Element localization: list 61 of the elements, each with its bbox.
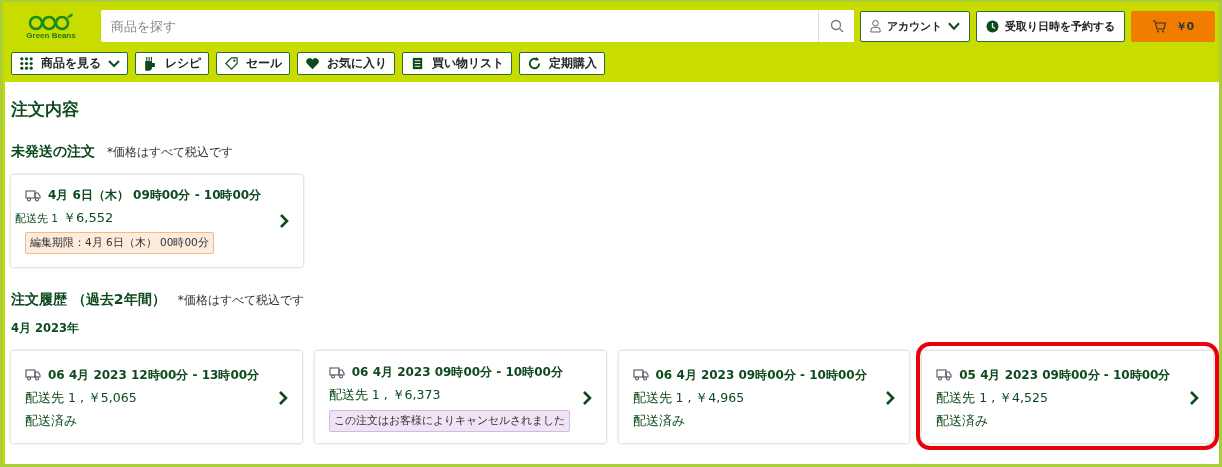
order-title: 06 4月 2023 09時00分 - 10時00分 xyxy=(655,366,867,384)
order-status: 配送済み xyxy=(25,412,78,430)
order-summary: 配送先 1 , ￥4,525 xyxy=(936,389,1049,407)
chevron-right-icon[interactable] xyxy=(279,213,289,228)
nav-icon xyxy=(19,56,34,71)
nav-button[interactable]: 買い物リスト xyxy=(402,52,512,75)
month-heading: 4月 2023年 xyxy=(11,321,80,336)
chevron-right-icon[interactable] xyxy=(581,391,592,405)
order-card[interactable]: 05 4月 2023 09時00分 - 10時00分 配送先 1 , ￥4,525 配送済み xyxy=(922,351,1213,443)
cart-button[interactable]: ￥0 xyxy=(1131,10,1215,42)
nav-icon xyxy=(224,56,239,71)
order-title: 4月 6日（木） 09時00分 - 10時00分 xyxy=(48,187,262,204)
user-icon xyxy=(870,19,882,33)
destination-label: 配送先 1 xyxy=(15,212,59,226)
truck-icon xyxy=(632,369,649,381)
order-card[interactable]: 06 4月 2023 12時00分 - 13時00分 配送先 1 , ￥5,065 配送済み xyxy=(11,351,302,443)
order-summary: 配送先 1 , ￥4,965 xyxy=(632,389,746,407)
nav-button[interactable]: 定期購入 xyxy=(519,52,605,75)
order-title: 05 4月 2023 09時00分 - 10時00分 xyxy=(959,366,1171,384)
chevron-right-icon[interactable] xyxy=(277,391,288,405)
nav-button[interactable]: お気に入り xyxy=(297,52,395,75)
deadline-badge: 編集期限：4月 6日（木） 00時00分 xyxy=(25,232,214,254)
order-title: 06 4月 2023 09時00分 - 10時00分 xyxy=(351,364,563,381)
truck-icon xyxy=(25,369,41,381)
order-title: 06 4月 2023 12時00分 - 13時00分 xyxy=(48,366,260,384)
search-icon xyxy=(829,19,844,33)
cancelled-badge: この注文はお客様によりキャンセルされました xyxy=(328,410,570,432)
clock-icon xyxy=(986,19,999,33)
nav-button[interactable]: 商品を見る xyxy=(11,52,128,75)
nav-icon xyxy=(527,56,542,71)
order-card[interactable]: 06 4月 2023 09時00分 - 10時00分 配送先 1 , ￥6,373 この注文はお客様によりキャンセルされました xyxy=(314,351,606,443)
order-price: ￥6,552 xyxy=(63,209,114,227)
reserve-button[interactable]: 受取り日時を予約する xyxy=(976,10,1125,42)
search-field[interactable]: 商品を探す xyxy=(101,10,818,42)
chevron-right-icon[interactable] xyxy=(1189,391,1199,405)
section-heading: 注文履歴 （過去2年間） xyxy=(11,291,166,309)
truck-icon xyxy=(328,366,345,379)
search-button[interactable] xyxy=(818,10,854,42)
cart-icon xyxy=(1151,19,1166,33)
truck-icon xyxy=(25,189,41,202)
order-status: 配送済み xyxy=(632,412,686,430)
tax-note: *価格はすべて税込です xyxy=(177,292,304,309)
section-heading: 未発送の注文 xyxy=(11,143,95,161)
nav-icon xyxy=(305,56,320,71)
page-title: 注文内容 xyxy=(11,98,80,121)
order-card[interactable]: 06 4月 2023 09時00分 - 10時00分 配送先 1 , ￥4,965 配送済み xyxy=(618,351,910,443)
tax-note: *価格はすべて税込です xyxy=(107,144,233,161)
chevron-right-icon[interactable] xyxy=(885,391,896,405)
nav-icon xyxy=(410,56,425,71)
logo-icon[interactable] xyxy=(28,12,74,31)
nav-button[interactable]: レシピ xyxy=(135,52,209,75)
logo-text: Green Beans xyxy=(26,30,76,40)
chevron-down-icon xyxy=(948,21,960,31)
nav-button[interactable]: セール xyxy=(216,52,290,75)
account-button[interactable]: アカウント xyxy=(860,10,970,42)
order-summary: 配送先 1 , ￥5,065 xyxy=(25,389,138,407)
order-status: 配送済み xyxy=(936,412,990,430)
truck-icon xyxy=(936,369,953,381)
order-card[interactable]: 4月 6日（木） 09時00分 - 10時00分 配送先 1 ￥6,552 編集期限：4月 6日（木） 00時00分 xyxy=(11,175,303,267)
order-summary: 配送先 1 , ￥6,373 xyxy=(328,387,442,404)
nav-icon xyxy=(143,56,158,71)
